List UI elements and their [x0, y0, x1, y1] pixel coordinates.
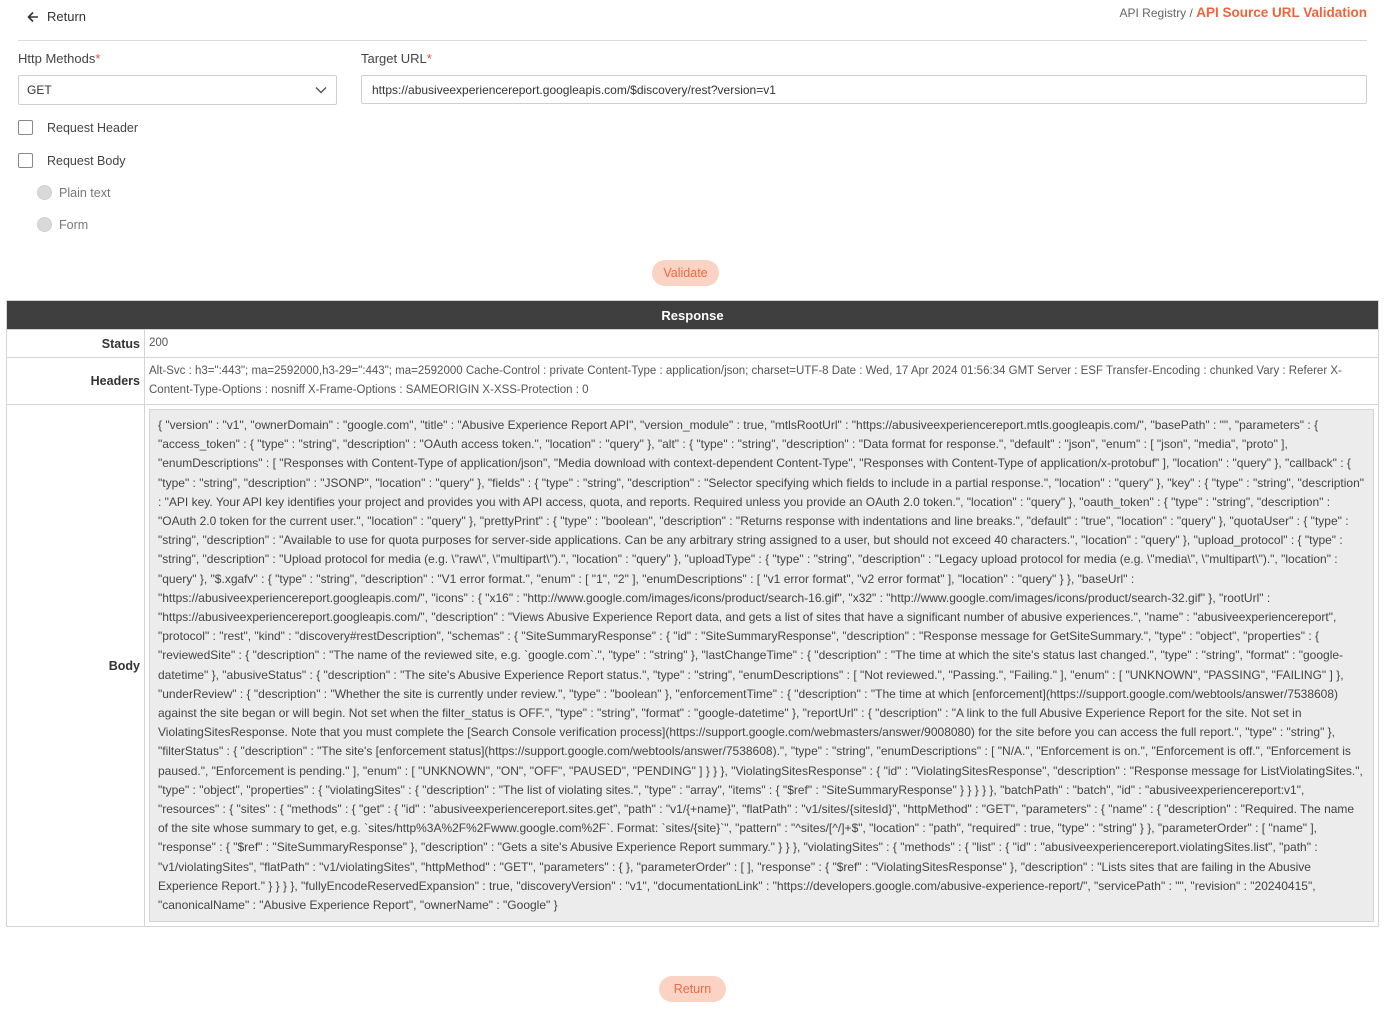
request-header-checkbox-row[interactable]: Request Header [18, 120, 138, 135]
breadcrumb-parent[interactable]: API Registry / [1120, 6, 1193, 20]
response-panel: Response Status 200 Headers Alt-Svc : h3… [6, 300, 1379, 928]
http-method-value: GET [27, 83, 52, 97]
request-header-label: Request Header [47, 120, 139, 135]
arrow-left-icon [27, 11, 38, 22]
required-mark: * [426, 51, 432, 66]
request-body-checkbox[interactable] [18, 153, 33, 168]
chevron-down-icon [315, 87, 327, 94]
http-method-select[interactable]: GET [18, 75, 337, 105]
return-link[interactable]: Return [27, 9, 86, 24]
target-url-label-text: Target URL [361, 51, 427, 66]
request-body-checkbox-row[interactable]: Request Body [18, 153, 126, 168]
breadcrumb-current: API Source URL Validation [1196, 5, 1367, 20]
plain-text-radio-row[interactable]: Plain text [37, 185, 110, 200]
body-label: Body [7, 405, 145, 927]
plain-text-label: Plain text [59, 185, 111, 200]
plain-text-radio[interactable] [37, 185, 52, 200]
return-link-label: Return [47, 9, 87, 24]
form-radio[interactable] [37, 217, 52, 232]
request-body-label: Request Body [47, 153, 126, 168]
headers-value: Alt-Svc : h3=":443"; ma=2592000,h3-29=":… [149, 365, 1342, 396]
request-header-checkbox[interactable] [18, 120, 33, 135]
body-row: Body { "version" : "v1", "ownerDomain" :… [7, 404, 1378, 927]
form-radio-row[interactable]: Form [37, 217, 88, 232]
headers-label: Headers [7, 358, 145, 404]
body-value[interactable]: { "version" : "v1", "ownerDomain" : "goo… [149, 409, 1374, 923]
headers-row: Headers Alt-Svc : h3=":443"; ma=2592000,… [7, 357, 1378, 404]
target-url-input[interactable] [361, 75, 1367, 104]
status-label: Status [7, 330, 145, 357]
top-bar: Return API Registry / API Source URL Val… [18, 0, 1367, 41]
form-label: Form [59, 217, 89, 232]
status-value: 200 [149, 337, 169, 349]
validate-button[interactable]: Validate [652, 260, 719, 286]
http-methods-label: Http Methods* [18, 51, 100, 66]
return-button[interactable]: Return [659, 976, 726, 1002]
status-row: Status 200 [7, 329, 1378, 357]
required-mark: * [95, 51, 101, 66]
http-methods-label-text: Http Methods [18, 51, 96, 66]
response-title: Response [7, 301, 1378, 329]
breadcrumb: API Registry / API Source URL Validation [1120, 5, 1368, 20]
target-url-label: Target URL* [361, 51, 432, 66]
